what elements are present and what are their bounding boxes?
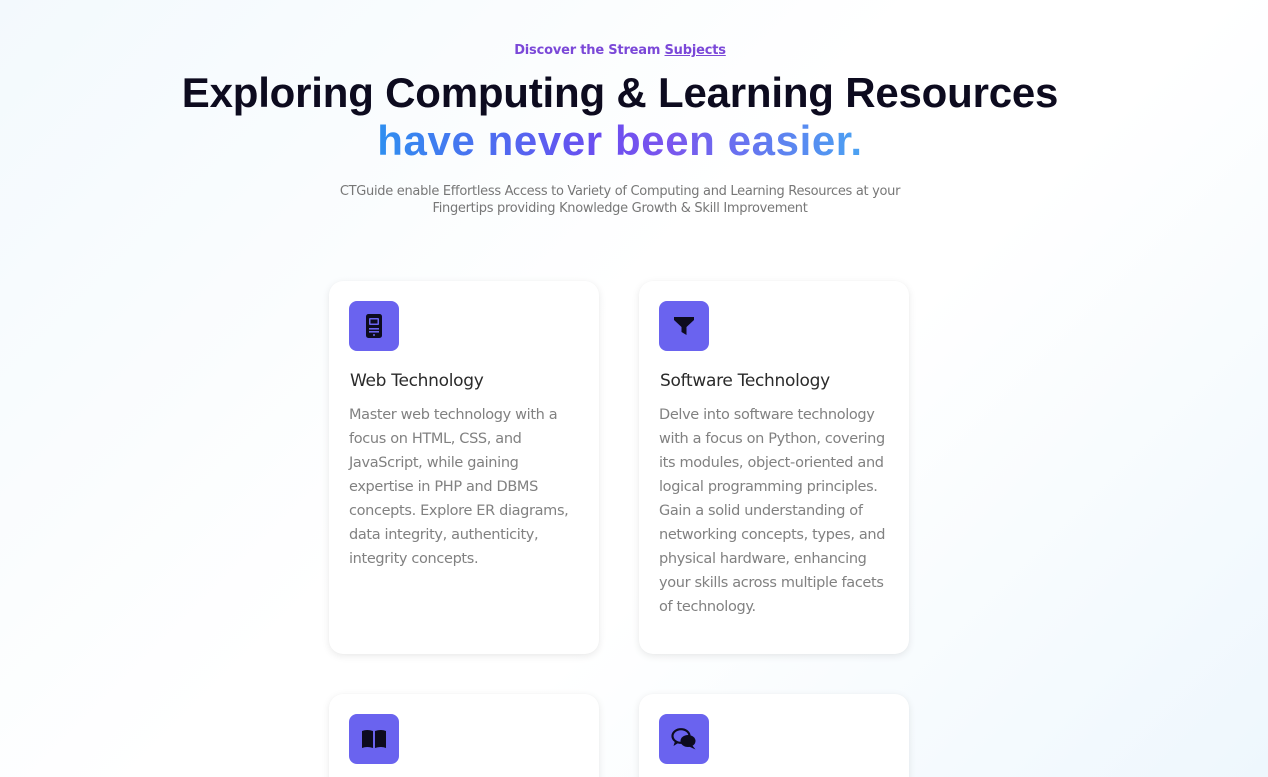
- card-icon-box: [349, 301, 399, 351]
- subject-card-software-technology[interactable]: Software Technology Delve into software …: [639, 281, 909, 654]
- chat-bubbles-icon: [671, 728, 696, 750]
- subject-card-3[interactable]: [329, 694, 599, 777]
- hero-title-gradient: have never been easier.: [0, 115, 1240, 167]
- hero-title: Exploring Computing & Learning Resources: [181, 69, 1059, 116]
- card-description: Delve into software technology with a fo…: [659, 407, 886, 615]
- card-icon-box: [659, 714, 709, 764]
- card-icon-box: [349, 714, 399, 764]
- subject-card-4[interactable]: [639, 694, 909, 777]
- hero-title-gradient-text: have never been easier.: [377, 117, 863, 164]
- subject-card-web-technology[interactable]: Web Technology Master web technology wit…: [329, 281, 599, 654]
- eyebrow-text: Discover the Stream: [514, 43, 665, 58]
- subjects-link[interactable]: Subjects: [665, 43, 726, 58]
- card-title: Web Technology: [350, 371, 484, 391]
- section-eyebrow: Discover the Stream Subjects: [0, 43, 1240, 58]
- hero-subtitle: CTGuide enable Effortless Access to Vari…: [339, 184, 901, 216]
- funnel-icon: [674, 317, 694, 335]
- mobile-device-icon: [366, 314, 382, 338]
- card-icon-box: [659, 301, 709, 351]
- card-description: Master web technology with a focus on HT…: [349, 407, 569, 567]
- open-book-icon: [362, 730, 386, 748]
- card-title: Software Technology: [660, 371, 830, 391]
